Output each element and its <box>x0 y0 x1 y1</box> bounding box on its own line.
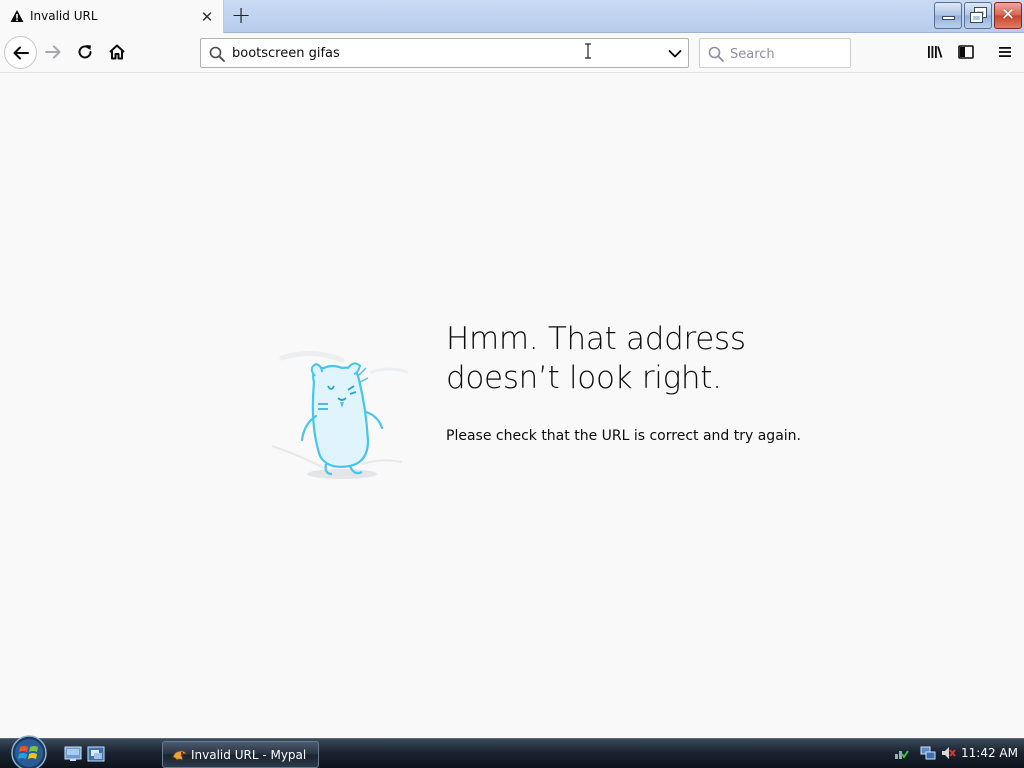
error-title: Hmm. That address doesn’t look right. <box>446 320 866 398</box>
navigation-toolbar: bootscreen gifas <box>0 33 1024 73</box>
taskbar-item-mypal[interactable]: Invalid URL - Mypal <box>162 741 319 768</box>
taskbar-item-label: Invalid URL - Mypal <box>191 748 307 762</box>
window-controls: ✕ <box>934 2 1022 30</box>
sidebar-toggle-button[interactable] <box>951 37 981 67</box>
reload-icon <box>78 45 92 59</box>
confused-creature-illustration <box>271 351 409 479</box>
library-icon <box>928 46 943 58</box>
reload-button[interactable] <box>70 37 100 67</box>
start-button[interactable] <box>8 734 50 768</box>
network-connection-icon[interactable] <box>920 745 936 761</box>
network-status-icon[interactable] <box>893 745 909 761</box>
chevron-down-icon[interactable] <box>668 47 682 61</box>
search-icon <box>209 46 225 62</box>
back-button[interactable] <box>4 36 37 69</box>
tab-strip: Invalid URL ✕ + ✕ <box>0 0 1024 33</box>
error-title-line-1: Hmm. That address <box>446 321 746 357</box>
volume-muted-icon[interactable] <box>940 745 956 761</box>
text-cursor-icon <box>585 43 591 59</box>
mypal-app-icon <box>172 750 187 761</box>
home-icon <box>109 44 125 60</box>
error-description: Please check that the URL is correct and… <box>446 428 801 444</box>
close-icon: ✕ <box>1000 5 1016 25</box>
forward-arrow-icon <box>45 45 61 59</box>
home-button[interactable] <box>102 37 132 67</box>
switch-windows-icon[interactable] <box>87 746 105 762</box>
minimize-button[interactable] <box>934 2 962 29</box>
tab-title: Invalid URL <box>30 9 98 23</box>
forward-button[interactable] <box>38 37 68 67</box>
search-input[interactable] <box>730 45 845 63</box>
hamburger-menu-icon <box>999 47 1011 57</box>
url-input[interactable]: bootscreen gifas <box>232 46 340 61</box>
tab-close-icon[interactable]: ✕ <box>198 8 216 26</box>
search-bar[interactable] <box>699 38 851 68</box>
sidebar-icon <box>958 45 974 59</box>
menu-button[interactable] <box>990 37 1020 67</box>
restore-button[interactable] <box>964 2 992 29</box>
error-page: Hmm. That address doesn’t look right. Pl… <box>0 74 1024 738</box>
taskbar: Invalid URL - Mypal 11:42 AM <box>0 735 1024 768</box>
library-button[interactable] <box>920 37 950 67</box>
system-clock[interactable]: 11:42 AM <box>961 746 1018 760</box>
search-icon <box>708 46 724 62</box>
tab-invalid-url[interactable]: Invalid URL ✕ <box>0 0 224 33</box>
close-window-button[interactable]: ✕ <box>994 2 1022 29</box>
back-arrow-icon <box>13 46 29 59</box>
new-tab-button[interactable]: + <box>228 3 254 29</box>
error-title-line-2: doesn’t look right. <box>446 360 722 396</box>
warning-icon <box>10 10 24 22</box>
show-desktop-icon[interactable] <box>64 746 82 762</box>
minimize-icon <box>942 16 955 20</box>
url-bar[interactable]: bootscreen gifas <box>200 38 689 68</box>
restore-icon-front <box>970 12 983 23</box>
